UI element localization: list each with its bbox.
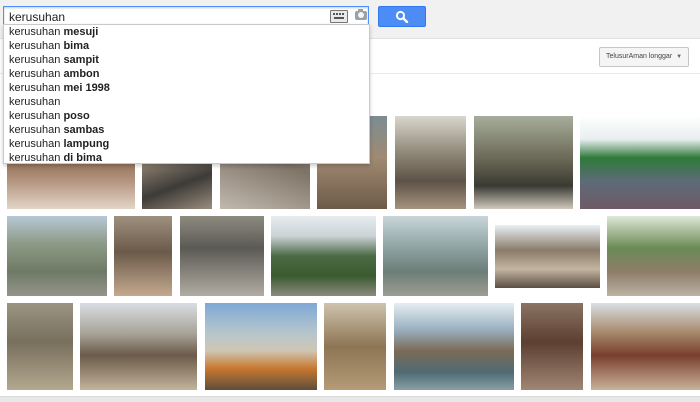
image-result[interactable] [607, 216, 700, 296]
suggestion-completion: bima [63, 40, 90, 52]
suggestion-completion: sampit [63, 54, 99, 66]
search-button[interactable] [378, 6, 426, 27]
suggestion-item[interactable]: kerusuhan lampung [4, 137, 369, 151]
image-thumbnail [271, 216, 376, 296]
image-result[interactable] [80, 303, 197, 390]
suggestion-prefix: kerusuhan [9, 138, 61, 150]
image-result[interactable] [495, 225, 600, 288]
image-thumbnail [114, 216, 172, 296]
suggestion-prefix: kerusuhan [9, 110, 61, 122]
suggestion-prefix: kerusuhan [9, 96, 61, 108]
suggestion-completion: di bima [63, 152, 102, 164]
image-result[interactable] [205, 303, 317, 390]
suggestion-item[interactable]: kerusuhan di bima [4, 151, 369, 165]
suggestion-completion: ambon [63, 68, 100, 80]
suggestion-item[interactable]: kerusuhan bima [4, 39, 369, 53]
image-result[interactable] [7, 216, 107, 296]
suggestion-item[interactable]: kerusuhan sampit [4, 53, 369, 67]
image-result[interactable] [383, 216, 488, 296]
magnifier-icon [395, 10, 409, 23]
image-thumbnail [395, 116, 466, 209]
suggestion-item[interactable]: kerusuhan sambas [4, 123, 369, 137]
image-result[interactable] [324, 303, 386, 390]
suggestion-prefix: kerusuhan [9, 68, 61, 80]
image-thumbnail [80, 303, 197, 390]
suggestion-prefix: kerusuhan [9, 54, 61, 66]
image-result[interactable] [591, 303, 700, 390]
suggestion-item[interactable]: kerusuhan [4, 95, 369, 109]
caret-down-icon: ▼ [676, 54, 683, 60]
suggestion-prefix: kerusuhan [9, 124, 61, 136]
search-input[interactable] [9, 9, 319, 24]
image-thumbnail [7, 216, 107, 296]
image-result[interactable] [521, 303, 583, 390]
suggestion-item[interactable]: kerusuhan mei 1998 [4, 81, 369, 95]
image-result[interactable] [395, 116, 466, 209]
image-thumbnail [580, 116, 700, 209]
image-result[interactable] [580, 116, 700, 209]
suggestion-prefix: kerusuhan [9, 82, 61, 94]
suggestion-completion: mesuji [63, 26, 99, 38]
safesearch-button[interactable]: TelusurAman longgar ▼ [599, 47, 690, 67]
suggestion-item[interactable]: kerusuhan poso [4, 109, 369, 123]
suggestion-completion: mei 1998 [63, 82, 110, 94]
image-result[interactable] [271, 216, 376, 296]
autocomplete-dropdown: kerusuhan mesuji kerusuhan bima kerusuha… [3, 24, 370, 164]
keyboard-icon[interactable] [330, 10, 348, 23]
suggestion-prefix: kerusuhan [9, 40, 61, 52]
bottom-scrollbar[interactable] [0, 396, 700, 402]
image-result[interactable] [7, 303, 73, 390]
image-thumbnail [521, 303, 583, 390]
suggestion-item[interactable]: kerusuhan mesuji [4, 25, 369, 39]
image-thumbnail [394, 303, 514, 390]
image-thumbnail [180, 216, 264, 296]
image-thumbnail [205, 303, 317, 390]
suggestion-item[interactable]: kerusuhan ambon [4, 67, 369, 81]
image-thumbnail [324, 303, 386, 390]
image-result[interactable] [474, 116, 573, 209]
image-result[interactable] [180, 216, 264, 296]
suggestion-completion: lampung [63, 138, 110, 150]
suggestion-completion: poso [63, 110, 90, 122]
image-result[interactable] [394, 303, 514, 390]
image-thumbnail [474, 116, 573, 209]
camera-icon[interactable] [355, 9, 367, 20]
suggestion-prefix: kerusuhan [9, 152, 61, 164]
suggestion-completion: sambas [63, 124, 105, 136]
image-thumbnail [591, 303, 700, 390]
suggestion-prefix: kerusuhan [9, 26, 61, 38]
safesearch-label: TelusurAman longgar [606, 53, 673, 60]
image-result[interactable] [114, 216, 172, 296]
image-thumbnail [383, 216, 488, 296]
image-thumbnail [495, 225, 600, 288]
image-thumbnail [7, 303, 73, 390]
image-thumbnail [607, 216, 700, 296]
